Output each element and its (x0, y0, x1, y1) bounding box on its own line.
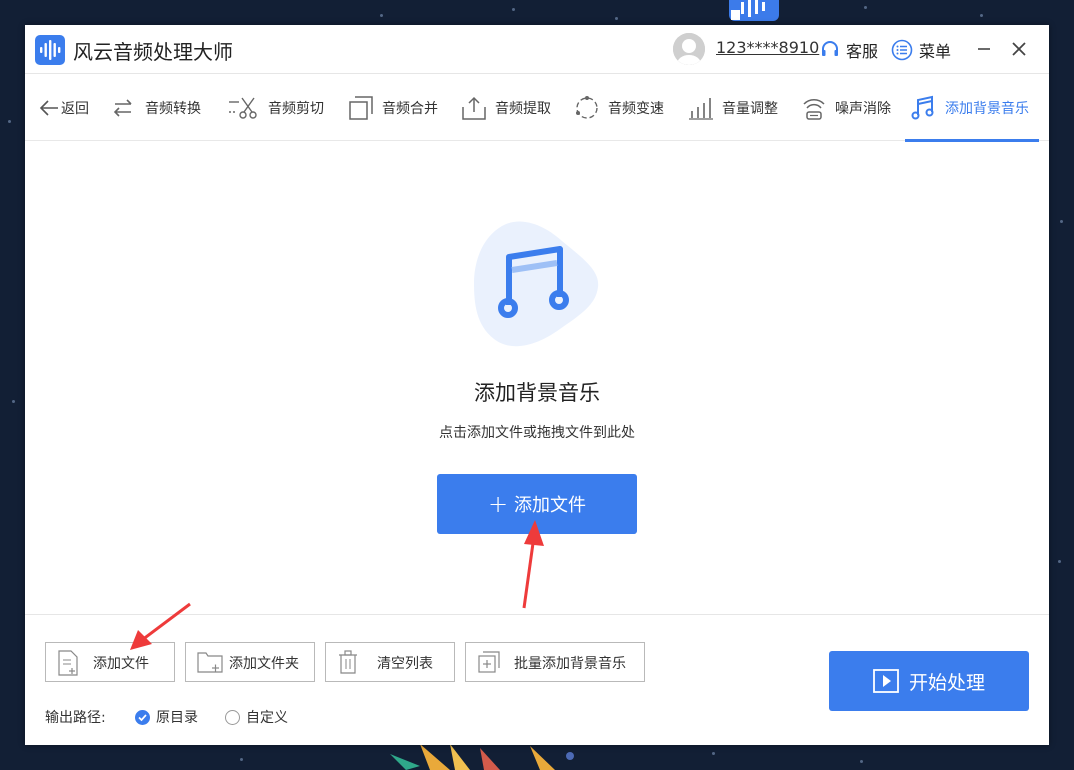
play-icon (873, 669, 899, 693)
plus-icon: + (487, 490, 509, 518)
radio-label: 自定义 (246, 710, 288, 726)
output-path-label: 输出路径: (45, 710, 106, 726)
noise-icon (803, 99, 825, 120)
tool-label: 音频合并 (382, 101, 438, 117)
app-logo-icon (35, 35, 65, 65)
tool-volume-adjust[interactable]: 音量调整 (688, 75, 778, 141)
extract-icon (462, 96, 486, 120)
annotation-arrow-icon (130, 602, 191, 650)
user-avatar[interactable] (673, 33, 705, 65)
tool-label: 音量调整 (722, 101, 778, 117)
batch-add-bgm-button[interactable]: 批量添加背景音乐 (465, 642, 645, 682)
add-file-main-label: 添加文件 (514, 495, 587, 516)
menu-label: 菜单 (919, 42, 952, 61)
add-folder-label: 添加文件夹 (229, 656, 299, 672)
headset-icon (822, 41, 838, 56)
add-folder-button[interactable]: 添加文件夹 (185, 642, 315, 682)
tool-label: 添加背景音乐 (945, 101, 1029, 117)
add-file-label: 添加文件 (93, 656, 149, 672)
tool-label: 音频转换 (145, 101, 201, 117)
radio-label: 原目录 (156, 710, 198, 726)
feature-toolbar: 返回 音频转换 音频剪切 音频合并 音频提取 音频变速 音量调整 噪声消除 添加… (25, 75, 1049, 142)
customer-service-button[interactable]: 客服 (820, 37, 878, 63)
arrow-left-icon (39, 100, 58, 116)
app-title: 风云音频处理大师 (73, 40, 233, 64)
desktop-wallpaper-rockets (390, 744, 574, 770)
music-note-icon (911, 95, 934, 120)
tool-add-background-music[interactable]: 添加背景音乐 (905, 75, 1039, 142)
menu-button[interactable]: 菜单 (891, 37, 951, 63)
close-button[interactable] (1007, 37, 1031, 61)
tool-audio-cut[interactable]: 音频剪切 (228, 75, 324, 141)
tool-label: 音频变速 (608, 101, 664, 117)
minimize-button[interactable] (972, 37, 996, 61)
radio-checked-icon (135, 709, 150, 725)
convert-icon (113, 99, 132, 117)
list-menu-icon (891, 39, 913, 61)
annotation-arrow-icon (522, 520, 544, 609)
tool-audio-convert[interactable]: 音频转换 (111, 75, 201, 141)
tool-audio-speed[interactable]: 音频变速 (574, 75, 664, 141)
output-original-dir-radio[interactable]: 原目录 (135, 707, 198, 727)
clear-list-label: 清空列表 (377, 656, 433, 672)
minimize-icon (978, 48, 990, 50)
batch-add-bgm-label: 批量添加背景音乐 (514, 656, 626, 672)
customer-service-label: 客服 (846, 42, 879, 61)
tool-label: 噪声消除 (835, 101, 891, 117)
tool-noise-removal[interactable]: 噪声消除 (801, 75, 891, 141)
scissors-icon (229, 97, 257, 119)
close-icon (1012, 42, 1026, 56)
tool-audio-merge[interactable]: 音频合并 (348, 75, 438, 141)
merge-icon (349, 96, 373, 120)
music-file-illustration-icon (474, 221, 599, 347)
radio-unchecked-icon (225, 709, 240, 725)
speed-icon (576, 96, 598, 119)
back-label: 返回 (61, 101, 89, 117)
drop-zone-hint: 点击添加文件或拖拽文件到此处 (439, 425, 635, 441)
volume-bars-icon (689, 98, 713, 120)
tool-audio-extract[interactable]: 音频提取 (461, 75, 551, 141)
tool-label: 音频提取 (495, 101, 551, 117)
title-bar: 风云音频处理大师 123****8910 客服 菜单 (25, 25, 1049, 74)
tool-label: 音频剪切 (268, 101, 324, 117)
drop-zone-title: 添加背景音乐 (474, 381, 600, 405)
clear-list-button[interactable]: 清空列表 (325, 642, 455, 682)
start-processing-label: 开始处理 (908, 671, 985, 694)
user-account-link[interactable]: 123****8910 (716, 38, 819, 57)
output-custom-dir-radio[interactable]: 自定义 (225, 707, 288, 727)
back-button[interactable]: 返回 (39, 75, 89, 141)
desktop-shortcut-icon[interactable] (729, 0, 779, 21)
start-processing-button[interactable]: 开始处理 (829, 651, 1029, 711)
